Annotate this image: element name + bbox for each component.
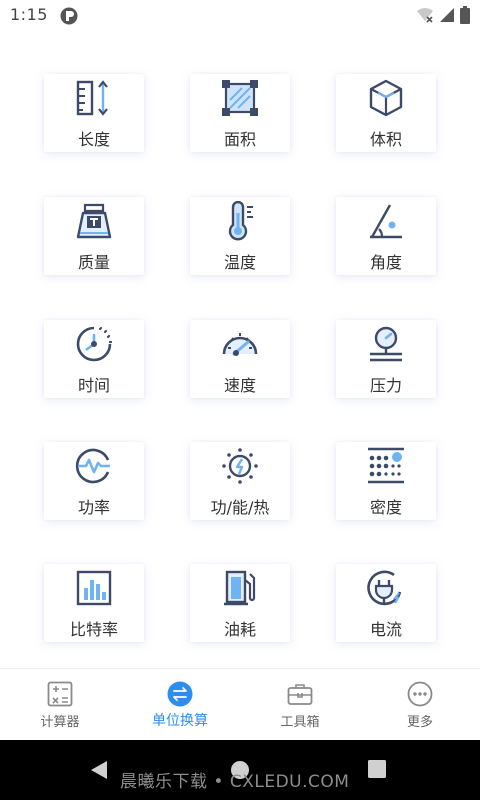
nav-label: 单位换算 xyxy=(152,713,208,729)
unit-tile-volume[interactable]: 体积 xyxy=(336,74,436,152)
bottom-nav: 计算器 单位换算 工具箱 更多 xyxy=(0,668,480,740)
unit-label: 面积 xyxy=(223,130,256,149)
wifi-off-icon xyxy=(417,8,433,23)
unit-tile-bitrate[interactable]: 比特率 xyxy=(44,564,144,642)
unit-tile-length[interactable]: 长度 xyxy=(44,74,144,152)
unit-label: 角度 xyxy=(369,253,402,272)
unit-tile-mass[interactable]: 质量 xyxy=(44,197,144,275)
convert-icon xyxy=(167,681,193,707)
unit-tile-speed[interactable]: 速度 xyxy=(190,320,290,398)
unit-label: 功率 xyxy=(77,498,110,517)
nav-toolbox[interactable]: 工具箱 xyxy=(240,669,360,741)
unit-tile-current[interactable]: 电流 xyxy=(336,564,436,642)
weight-icon xyxy=(76,203,112,239)
unit-label: 速度 xyxy=(223,376,256,395)
power-lightning-icon xyxy=(75,448,110,484)
unit-tile-pressure[interactable]: 压力 xyxy=(336,320,436,398)
nav-more[interactable]: 更多 xyxy=(360,669,480,741)
unit-label: 油耗 xyxy=(223,620,256,639)
clock-icon xyxy=(76,326,113,362)
more-icon xyxy=(407,681,433,707)
unit-tile-time[interactable]: 时间 xyxy=(44,320,144,398)
unit-tile-fuel[interactable]: 油耗 xyxy=(190,564,290,642)
unit-tile-density[interactable]: 密度 xyxy=(336,442,436,520)
pressure-gauge-icon xyxy=(370,326,402,362)
nav-unit-convert[interactable]: 单位换算 xyxy=(120,669,240,741)
app-notification-icon xyxy=(60,7,78,25)
ruler-icon xyxy=(76,80,108,116)
nav-label: 计算器 xyxy=(40,715,80,730)
status-time: 1:15 xyxy=(10,5,48,24)
unit-tile-angle[interactable]: 角度 xyxy=(336,197,436,275)
unit-tile-area[interactable]: 面积 xyxy=(190,74,290,152)
unit-label: 质量 xyxy=(77,253,110,272)
energy-sun-icon xyxy=(222,448,258,484)
cube-icon xyxy=(369,79,403,117)
nav-calculator[interactable]: 计算器 xyxy=(0,669,120,741)
unit-label: 体积 xyxy=(369,130,402,149)
unit-tile-temperature[interactable]: 温度 xyxy=(190,197,290,275)
angle-icon xyxy=(370,204,402,239)
nav-label: 工具箱 xyxy=(280,715,320,730)
recents-icon[interactable] xyxy=(368,760,386,778)
back-icon[interactable] xyxy=(90,760,108,780)
system-nav-bar: 晨曦乐下载 • CXLEDU.COM xyxy=(0,740,480,800)
unit-tile-power[interactable]: 功率 xyxy=(44,442,144,520)
bitrate-bars-icon xyxy=(76,570,112,606)
plug-icon xyxy=(367,570,402,606)
density-dots-icon xyxy=(368,447,404,484)
battery-icon xyxy=(460,6,470,24)
nav-label: 更多 xyxy=(406,715,433,730)
toolbox-icon xyxy=(287,684,313,705)
fuel-pump-icon xyxy=(224,570,256,606)
signal-icon xyxy=(440,8,454,22)
unit-label: 温度 xyxy=(223,253,256,272)
unit-label: 密度 xyxy=(369,498,402,517)
unit-label: 功/能/热 xyxy=(210,498,270,517)
unit-label: 比特率 xyxy=(69,620,118,639)
area-square-icon xyxy=(222,80,258,116)
speedometer-icon xyxy=(222,333,258,356)
watermark-text: 晨曦乐下载 • CXLEDU.COM xyxy=(120,772,350,792)
unit-label: 电流 xyxy=(369,620,402,639)
status-bar: 1:15 xyxy=(0,0,480,32)
unit-label: 时间 xyxy=(77,376,110,395)
thermometer-icon xyxy=(228,201,253,241)
unit-label: 压力 xyxy=(369,376,402,395)
unit-label: 长度 xyxy=(77,130,110,149)
calculator-icon xyxy=(47,681,73,707)
unit-tile-energy[interactable]: 功/能/热 xyxy=(190,442,290,520)
